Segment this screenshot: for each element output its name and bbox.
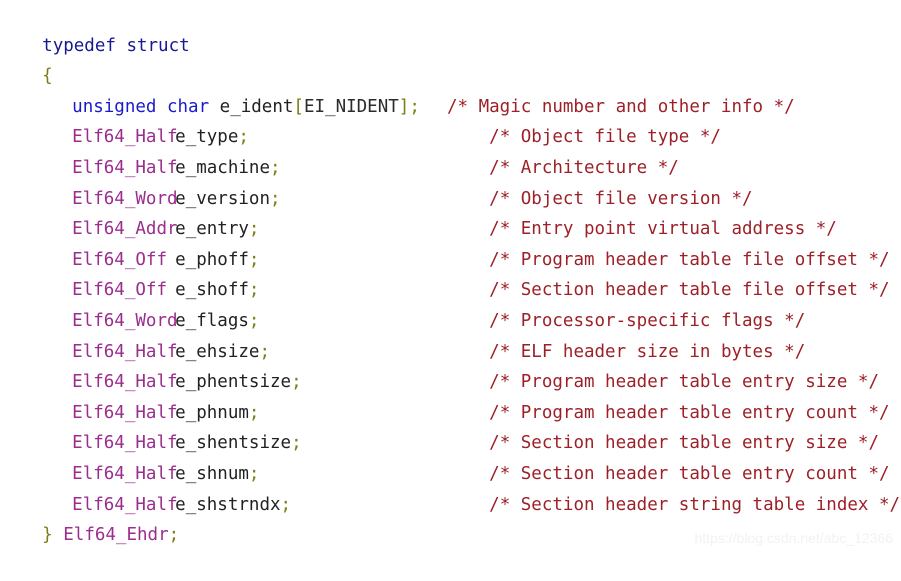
close-brace: } <box>42 525 53 546</box>
code-line-e-type: Elf64_Halfe_type;/* Object file type */ <box>0 92 901 147</box>
code-line-e-phentsize: Elf64_Halfe_phentsize;/* Program header … <box>0 337 901 392</box>
brace-gap-spacer <box>53 525 64 545</box>
code-line-e-ident: unsigned char e_ident[EI_NIDENT];/* Magi… <box>0 61 901 117</box>
code-line-e-flags: Elf64_Worde_flags;/* Processor-specific … <box>0 275 901 331</box>
code-line-e-phoff: Elf64_Off e_phoff;/* Program header table… <box>0 214 901 270</box>
code-block: typedef struct { unsigned char e_ident[E… <box>0 0 901 552</box>
code-line-e-shoff: Elf64_Off e_shoff;/* Section header table… <box>0 245 901 300</box>
code-line-open-brace: { <box>0 31 901 86</box>
code-line-e-shnum: Elf64_Halfe_shnum;/* Section header tabl… <box>0 428 901 484</box>
code-line-e-shstrndx: Elf64_Halfe_shstrndx;/* Section header s… <box>0 459 901 515</box>
code-line-e-shentsize: Elf64_Halfe_shentsize;/* Section header … <box>0 398 901 453</box>
semicolon: ; <box>168 525 180 546</box>
watermark-text: https://blog.csdn.net/abc_12366 <box>694 530 893 546</box>
type-name-elf64-ehdr: Elf64_Ehdr <box>63 525 169 546</box>
code-line-typedef: typedef struct <box>0 0 901 56</box>
code-line-e-ehsize: Elf64_Halfe_ehsize;/* ELF header size in… <box>0 306 901 362</box>
code-line-e-machine: Elf64_Halfe_machine;/* Architecture */ <box>0 122 901 178</box>
code-line-e-entry: Elf64_Addre_entry;/* Entry point virtual… <box>0 184 901 239</box>
code-line-e-version: Elf64_Worde_version;/* Object file versi… <box>0 153 901 209</box>
code-line-close-brace: } Elf64_Ehdr; <box>0 490 901 545</box>
code-line-e-phnum: Elf64_Halfe_phnum;/* Program header tabl… <box>0 367 901 423</box>
